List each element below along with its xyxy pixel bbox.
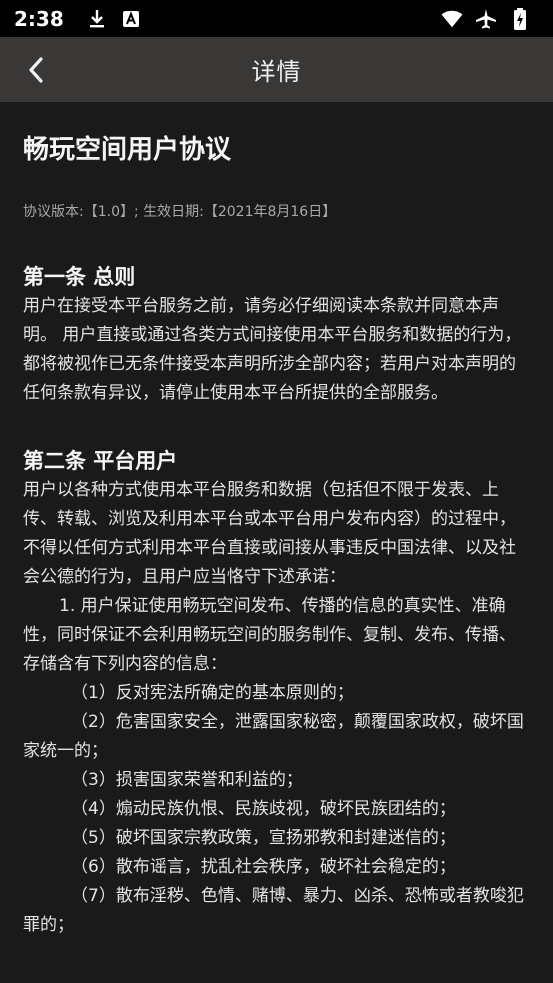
version-info: 协议版本:【1.0】; 生效日期:【2021年8月16日】 [23,204,337,220]
list-item: （1）反对宪法所确定的基本原则的； [71,683,354,703]
list-item: （2）危害国家安全，泄露国家秘密，颠覆国家政权，破坏国家统一的； [23,712,524,761]
list-item: （3）损害国家荣誉和利益的； [71,770,303,790]
status-bar: 2:38 [0,0,553,37]
agreement-content[interactable]: 畅玩空间用户协议 协议版本:【1.0】; 生效日期:【2021年8月16日】 第… [0,130,553,940]
battery-charging-icon [509,7,531,30]
list-item: （7）散布淫秽、色情、赌博、暴力、凶杀、恐怖或者教唆犯罪的； [23,886,524,935]
app-notification-icon [120,8,142,30]
list-item: （4）煽动民族仇恨、民族歧视，破坏民族团结的； [71,799,456,819]
download-icon [86,8,108,30]
page-title: 详情 [251,58,302,86]
airplane-mode-icon [475,8,497,30]
list-item: （5）破坏国家宗教政策，宣扬邪教和封建迷信的； [71,828,456,848]
section-2-title: 第二条 平台用户 [23,449,178,473]
status-time: 2:38 [14,6,64,31]
wifi-icon [441,8,463,30]
document-title: 畅玩空间用户协议 [23,135,232,165]
list-item: （6）散布谣言，扰乱社会秩序，破坏社会稳定的； [71,857,456,877]
app-bar: 详情 [0,37,553,102]
section-1-body: 用户在接受本平台服务之前，请务必仔细阅读本条款并同意本声明。 用户直接或通过各类… [23,296,522,403]
section-2-body: 用户以各种方式使用本平台服务和数据（包括但不限于发表、上传、转载、浏览及利用本平… [23,480,516,587]
chevron-left-icon [29,56,43,83]
section-1-title: 第一条 总则 [23,265,136,289]
back-button[interactable] [20,54,52,86]
section-2-item-1: 1. 用户保证使用畅玩空间发布、传播的信息的真实性、准确性，同时保证不会利用畅玩… [23,596,516,674]
